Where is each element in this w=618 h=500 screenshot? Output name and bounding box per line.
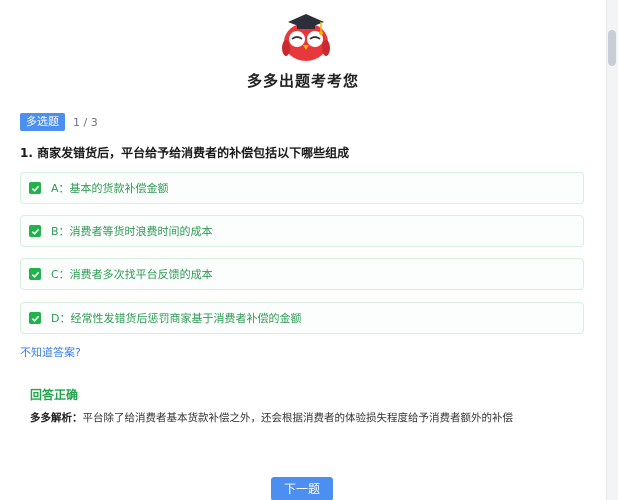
page-title: 多多出题考考您 <box>246 72 359 90</box>
option-label: B：消费者等货时浪费时间的成本 <box>51 225 213 238</box>
question-type-badge: 多选题 <box>20 113 65 131</box>
scrollbar-track[interactable] <box>606 0 618 500</box>
mascot-owl-icon <box>277 6 335 62</box>
checkbox-checked-icon[interactable] <box>29 225 41 237</box>
checkbox-checked-icon[interactable] <box>29 182 41 194</box>
next-question-button[interactable]: 下一题 <box>271 477 333 500</box>
option-label: D：经常性发错货后惩罚商家基于消费者补偿的金额 <box>51 312 302 325</box>
scrollbar-thumb[interactable] <box>608 30 616 66</box>
option-a[interactable]: A：基本的货款补偿金额 <box>20 172 584 204</box>
option-d[interactable]: D：经常性发错货后惩罚商家基于消费者补偿的金额 <box>20 302 584 334</box>
analysis-text: 平台除了给消费者基本货款补偿之外，还会根据消费者的体验损失程度给予消费者额外的补… <box>82 412 514 424</box>
question-progress: 1 / 3 <box>73 115 98 129</box>
analysis: 多多解析：平台除了给消费者基本货款补偿之外，还会根据消费者的体验损失程度给予消费… <box>30 410 513 425</box>
unknown-answer-link[interactable]: 不知道答案? <box>20 344 81 360</box>
option-label: A：基本的货款补偿金额 <box>51 182 169 195</box>
question-meta: 多选题 1 / 3 <box>20 113 98 131</box>
question-text: 1. 商家发错货后，平台给予给消费者的补偿包括以下哪些组成 <box>20 146 350 160</box>
analysis-label: 多多解析： <box>30 412 83 424</box>
option-label: C：消费者多次找平台反馈的成本 <box>51 268 213 281</box>
option-c[interactable]: C：消费者多次找平台反馈的成本 <box>20 258 584 290</box>
checkbox-checked-icon[interactable] <box>29 312 41 324</box>
option-b[interactable]: B：消费者等货时浪费时间的成本 <box>20 215 584 247</box>
answer-result: 回答正确 <box>30 388 79 402</box>
checkbox-checked-icon[interactable] <box>29 268 41 280</box>
